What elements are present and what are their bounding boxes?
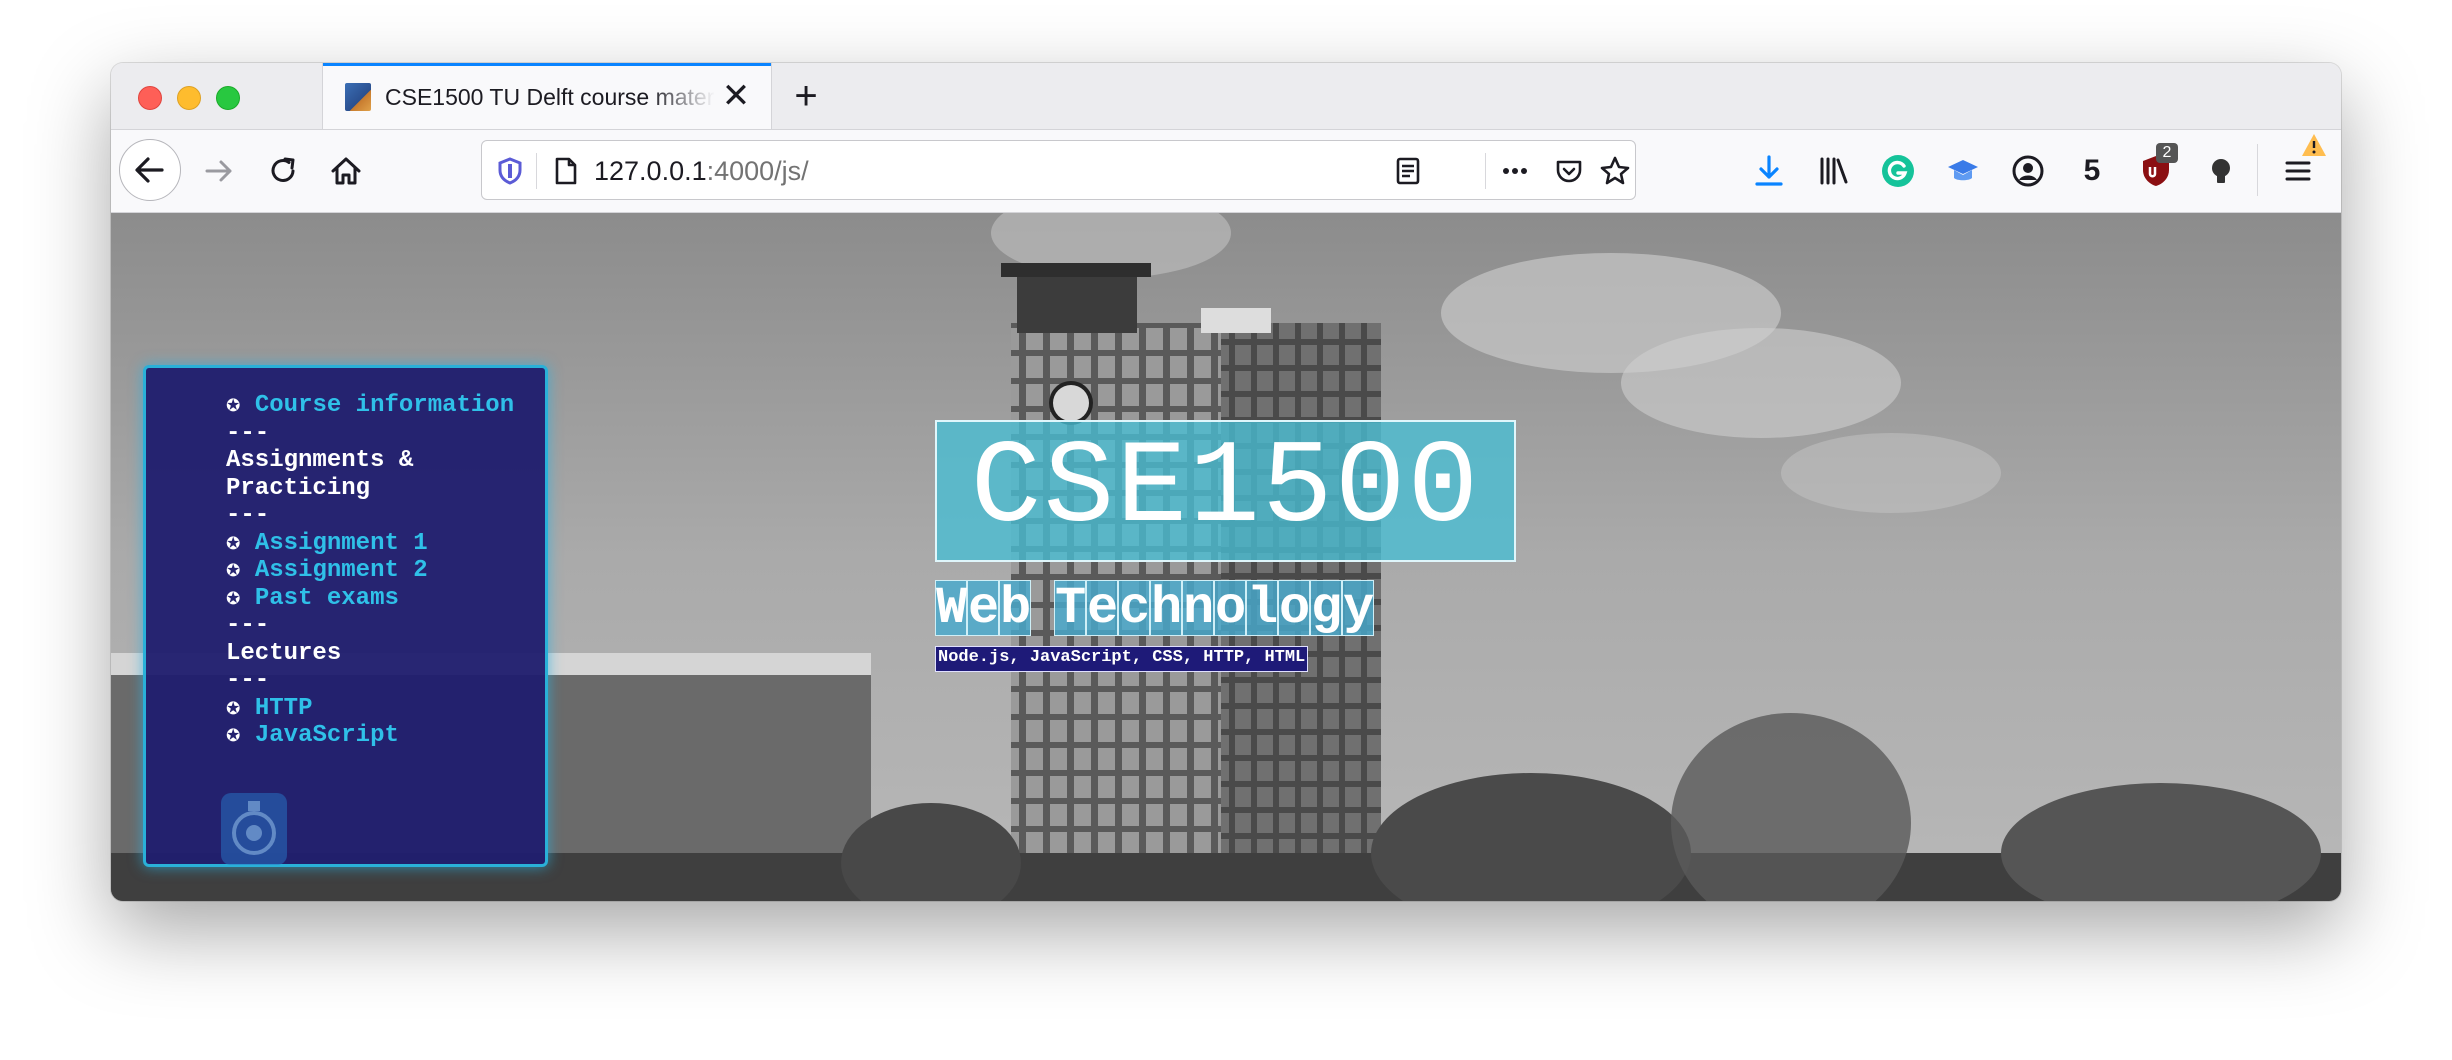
hero-subtitle-letter: n (1182, 579, 1215, 638)
menu-separator: --- (226, 502, 270, 529)
page-content: ✪ Course information --- Assignments & P… (111, 213, 2341, 901)
reload-icon[interactable] (263, 151, 303, 191)
back-button[interactable] (119, 139, 181, 201)
new-tab-button[interactable]: + (787, 76, 825, 116)
downloads-icon[interactable] (1751, 153, 1787, 189)
favicon-icon (345, 83, 371, 111)
menu-link-javascript[interactable]: JavaScript (255, 722, 399, 749)
menu-heading-assignments: Assignments & Practicing (226, 447, 414, 502)
menu-item[interactable]: ✪ Course information (226, 392, 526, 420)
grammarly-icon[interactable] (1880, 153, 1916, 189)
hero-subtitle-letter: e (1086, 579, 1119, 638)
menu-heading-lectures: Lectures (226, 639, 342, 667)
tab-strip: CSE1500 TU Delft course material ✕ + (111, 63, 2341, 130)
menu-item[interactable]: ✪ Assignment 1 (226, 530, 526, 558)
back-arrow-icon (135, 157, 164, 183)
sidebar-menu: ✪ Course information --- Assignments & P… (143, 365, 548, 867)
menu-separator: --- (226, 667, 270, 694)
hero-subtitle-letter: b (999, 579, 1032, 638)
star-bullet-icon: ✪ (226, 694, 255, 722)
menu-link-assignment-2[interactable]: Assignment 2 (255, 557, 428, 584)
maximize-window-button[interactable] (216, 86, 240, 110)
star-bullet-icon: ✪ (226, 392, 255, 419)
hero-subtitle-letter: o (1278, 579, 1311, 638)
hero-subtitle-letter: y (1342, 579, 1375, 638)
tab-close-button[interactable]: ✕ (719, 79, 753, 113)
close-window-button[interactable] (138, 86, 162, 110)
hero-subtitle-letter: c (1118, 579, 1151, 638)
hero-subtitle: WebTechnology (935, 579, 1375, 638)
menu-hamburger-icon[interactable] (2281, 153, 2317, 189)
menu-link-course-information[interactable]: Course information (255, 392, 514, 419)
menu-link-past-exams[interactable]: Past exams (255, 585, 399, 612)
hero-title: CSE1500 (935, 420, 1516, 562)
url-text[interactable]: 127.0.0.1:4000/js/ (594, 156, 809, 187)
tracking-shield-icon[interactable] (496, 157, 524, 185)
minimize-window-button[interactable] (177, 86, 201, 110)
hero-subtitle-letter: W (935, 579, 968, 638)
browser-window: CSE1500 TU Delft course material ✕ + 127… (111, 63, 2341, 901)
tab-active-indicator (323, 63, 771, 66)
address-bar[interactable]: 127.0.0.1:4000/js/ (481, 140, 1636, 200)
ublock-badge: 2 (2156, 143, 2178, 163)
hero-subtitle-letter: e (967, 579, 1000, 638)
menu-item[interactable]: ✪ Assignment 2 (226, 557, 526, 585)
menu-item[interactable]: ✪ HTTP (226, 695, 526, 723)
bookmark-star-icon[interactable] (1599, 155, 1631, 187)
url-host: 127.0.0.1 (594, 156, 707, 186)
menu-item[interactable]: ✪ Past exams (226, 585, 526, 613)
menu-list: ✪ Course information --- Assignments & P… (226, 392, 526, 750)
graduation-cap-icon[interactable] (1945, 153, 1981, 189)
hero-tags: Node.js, JavaScript, CSS, HTTP, HTML (935, 646, 1309, 672)
tab-active[interactable]: CSE1500 TU Delft course material ✕ (322, 63, 772, 129)
hero-subtitle-gap (1031, 580, 1054, 636)
pocket-icon[interactable] (1553, 155, 1585, 187)
url-path: :4000/js/ (706, 156, 809, 186)
forward-arrow-icon[interactable] (199, 151, 239, 191)
tab-title: CSE1500 TU Delft course material (385, 84, 715, 110)
star-bullet-icon: ✪ (226, 529, 255, 557)
menu-link-assignment-1[interactable]: Assignment 1 (255, 530, 428, 557)
menu-item[interactable]: ✪ JavaScript (226, 722, 526, 750)
page-info-icon[interactable] (552, 156, 580, 186)
extension-badge-count[interactable]: 5 (2074, 153, 2110, 189)
menu-link-http[interactable]: HTTP (255, 695, 313, 722)
star-bullet-icon: ✪ (226, 584, 255, 612)
hero-subtitle-letter: o (1214, 579, 1247, 638)
ublock-icon-wrapper[interactable]: 2 (2138, 143, 2178, 189)
star-bullet-icon: ✪ (226, 722, 255, 749)
account-icon[interactable] (2010, 153, 2046, 189)
menu-separator: --- (226, 419, 270, 447)
more-actions-icon[interactable] (1499, 155, 1531, 187)
hero-subtitle-letter: T (1054, 579, 1087, 638)
warning-icon (2302, 134, 2326, 156)
tu-delft-logo-icon (221, 793, 287, 865)
library-icon[interactable] (1816, 153, 1852, 189)
star-bullet-icon: ✪ (226, 557, 255, 584)
home-icon[interactable] (326, 151, 366, 191)
url-separator (536, 153, 537, 189)
url-separator-2 (1485, 153, 1486, 189)
hero-subtitle-letter: h (1150, 579, 1183, 638)
lightbulb-icon[interactable] (2203, 153, 2239, 189)
menu-separator: --- (226, 612, 270, 639)
hero-subtitle-letter: l (1246, 579, 1279, 638)
toolbar-separator (2257, 144, 2258, 196)
navigation-toolbar: 127.0.0.1:4000/js/ 5 2 (111, 130, 2341, 213)
reader-view-icon[interactable] (1392, 155, 1424, 187)
hero-subtitle-letter: g (1310, 579, 1343, 638)
